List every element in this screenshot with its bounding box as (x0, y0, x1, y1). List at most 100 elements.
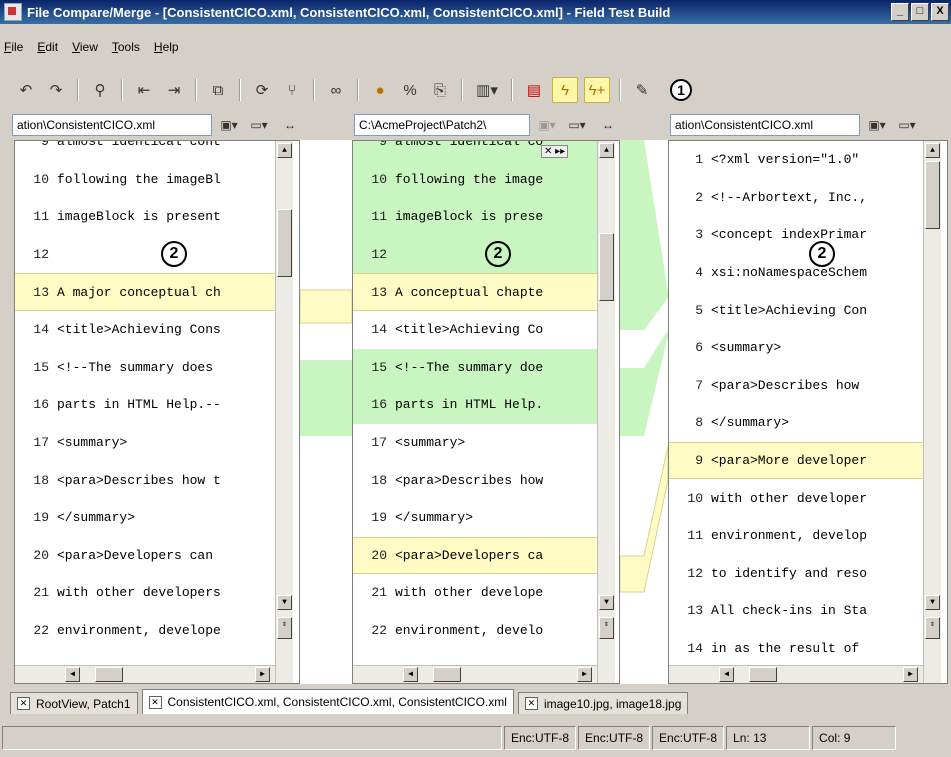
code-line[interactable]: 9 almost identical cont (15, 141, 275, 161)
redo-icon[interactable]: ↷ (44, 78, 68, 102)
vertical-scrollbar[interactable]: ▲ ▼ ⇕ (275, 141, 293, 683)
colors-icon[interactable]: ● (368, 78, 392, 102)
merge-icon[interactable]: ⑂ (280, 78, 304, 102)
previous-diff-icon[interactable]: ⇤ (132, 78, 156, 102)
code-line[interactable]: 10 following the image (353, 160, 597, 199)
open-folder-dropdown-icon[interactable]: ▭▾ (246, 115, 272, 135)
copy-selection-icon[interactable]: ⎘ (428, 78, 452, 102)
copy-icon[interactable]: ⧉ (206, 78, 230, 102)
code-line[interactable]: 12 (353, 235, 597, 274)
vertical-scrollbar[interactable]: ▲ ▼ ⇕ (923, 141, 941, 683)
close-tab-icon[interactable]: ✕ (17, 697, 30, 710)
code-line[interactable]: 17 <summary> (353, 424, 597, 462)
code-line[interactable]: 14 <title>Achieving Cons (15, 311, 275, 349)
scroll-down-icon[interactable]: ▼ (599, 595, 614, 610)
undo-icon[interactable]: ↶ (14, 78, 38, 102)
code-line[interactable]: 3 <concept indexPrimar (669, 216, 923, 254)
horizontal-scrollbar[interactable]: ◀ ▶ (15, 665, 275, 683)
code-line[interactable]: 8 </summary> (669, 404, 923, 442)
scroll-up-icon[interactable]: ▲ (599, 143, 614, 158)
scroll-left-icon[interactable]: ◀ (719, 667, 734, 682)
menu-view[interactable]: View (72, 40, 98, 54)
code-line[interactable]: 15 <!--The summary doe (353, 348, 597, 387)
save-dropdown-icon[interactable]: ▣▾ (864, 115, 890, 135)
open-folder-dropdown-icon[interactable]: ▭▾ (894, 115, 920, 135)
code-line[interactable]: 7 <para>Describes how (669, 367, 923, 405)
scroll-thumb[interactable] (95, 667, 123, 682)
code-line[interactable]: 11 imageBlock is prese (353, 198, 597, 236)
merge-all-icon[interactable]: ϟ+ (584, 77, 610, 103)
close-tab-icon[interactable]: ✕ (148, 695, 162, 709)
percent-icon[interactable]: % (398, 78, 422, 102)
minimize-button[interactable]: _ (891, 3, 909, 21)
code-line[interactable]: 19 </summary> (15, 499, 275, 537)
code-line[interactable]: 5 <title>Achieving Con (669, 291, 923, 329)
merge-controls[interactable]: ✕ ▸▸ (541, 145, 569, 158)
code-line[interactable]: 20 <para>Developers ca (353, 536, 597, 575)
swap-panes-icon[interactable]: ↔ (280, 115, 300, 135)
code-line[interactable]: 13 All check-ins in Sta (669, 592, 923, 630)
close-button[interactable]: X (931, 3, 949, 21)
code-line[interactable]: 9 <para>More developer (669, 441, 923, 480)
code-line[interactable]: 14 <title>Achieving Co (353, 311, 597, 349)
options-icon[interactable]: ▤ (522, 78, 546, 102)
scroll-left-icon[interactable]: ◀ (403, 667, 418, 682)
close-tab-icon[interactable]: ✕ (524, 697, 538, 710)
open-folder-dropdown-icon[interactable]: ▭▾ (564, 115, 590, 135)
scroll-split-icon[interactable]: ⇕ (925, 617, 940, 639)
code-line[interactable]: 11 environment, develop (669, 517, 923, 555)
scroll-thumb[interactable] (749, 667, 777, 682)
middle-path-field[interactable]: C:\AcmeProject\Patch2\ (354, 114, 530, 136)
scroll-split-icon[interactable]: ⇕ (599, 617, 614, 639)
next-diff-icon[interactable]: ⇥ (162, 78, 186, 102)
scroll-split-icon[interactable]: ⇕ (277, 617, 292, 639)
columns-icon[interactable]: ▥▾ (472, 78, 502, 102)
code-line[interactable]: 13 A major conceptual ch (15, 273, 275, 311)
vertical-scrollbar[interactable]: ▲ ▼ ⇕ (597, 141, 615, 683)
code-line[interactable]: 4 xsi:noNamespaceSchem (669, 254, 923, 292)
code-line[interactable]: 18 <para>Describes how t (15, 461, 275, 499)
tab-consistentcico[interactable]: ✕ ConsistentCICO.xml, ConsistentCICO.xml… (141, 689, 514, 714)
code-line[interactable]: 21 with other developers (15, 574, 275, 612)
horizontal-scrollbar[interactable]: ◀ ▶ (353, 665, 597, 683)
code-line[interactable]: 16 parts in HTML Help. (353, 386, 597, 424)
scroll-right-icon[interactable]: ▶ (577, 667, 592, 682)
code-line[interactable]: 11 imageBlock is present (15, 198, 275, 236)
horizontal-scrollbar[interactable]: ◀ ▶ (669, 665, 923, 683)
scroll-left-icon[interactable]: ◀ (65, 667, 80, 682)
code-line[interactable]: 12 to identify and reso (669, 555, 923, 593)
menu-help[interactable]: Help (154, 40, 179, 54)
scroll-up-icon[interactable]: ▲ (925, 143, 940, 158)
middle-compare-pane[interactable]: 22 environment, develo 21 with other develo… (352, 140, 620, 684)
menu-edit[interactable]: Edit (37, 40, 58, 54)
edit-icon[interactable]: ✎ (630, 78, 654, 102)
menu-tools[interactable]: Tools (112, 40, 140, 54)
scroll-right-icon[interactable]: ▶ (255, 667, 270, 682)
code-line[interactable]: 10 following the imageBl (15, 161, 275, 199)
code-line[interactable]: 22 environment, develope (15, 612, 275, 650)
code-line[interactable]: 2 <!--Arbortext, Inc., (669, 179, 923, 217)
scroll-up-icon[interactable]: ▲ (277, 143, 292, 158)
scroll-down-icon[interactable]: ▼ (925, 595, 940, 610)
save-dropdown-icon[interactable]: ▣▾ (216, 115, 242, 135)
code-line[interactable]: 19 </summary> (353, 499, 597, 537)
menu-file[interactable]: File (4, 40, 23, 54)
swap-panes-icon[interactable]: ↔ (598, 115, 618, 135)
right-compare-pane[interactable]: 14 in as the result of 13 All check-ins in … (668, 140, 948, 684)
right-path-field[interactable]: ation\ConsistentCICO.xml (670, 114, 860, 136)
tab-images[interactable]: ✕ image10.jpg, image18.jpg (517, 692, 689, 714)
left-compare-pane[interactable]: 22 environment, develope 21 with other deve… (14, 140, 300, 684)
save-dropdown-icon[interactable]: ▣▾ (534, 115, 560, 135)
code-line[interactable]: 22 environment, develo (353, 612, 597, 650)
code-line[interactable]: 6 <summary> (669, 329, 923, 367)
scroll-right-icon[interactable]: ▶ (903, 667, 918, 682)
refresh-icon[interactable]: ⟳ (250, 78, 274, 102)
scroll-thumb[interactable] (433, 667, 461, 682)
code-line[interactable]: 10 with other developer (669, 479, 923, 517)
code-line[interactable]: 13 A conceptual chapte (353, 273, 597, 311)
scroll-thumb[interactable] (599, 233, 614, 301)
code-line[interactable]: 15 <!--The summary does (15, 349, 275, 387)
left-path-field[interactable]: ation\ConsistentCICO.xml (12, 114, 212, 136)
code-line[interactable]: 21 with other develope (353, 574, 597, 612)
code-line[interactable]: 1 <?xml version="1.0" (669, 141, 923, 179)
